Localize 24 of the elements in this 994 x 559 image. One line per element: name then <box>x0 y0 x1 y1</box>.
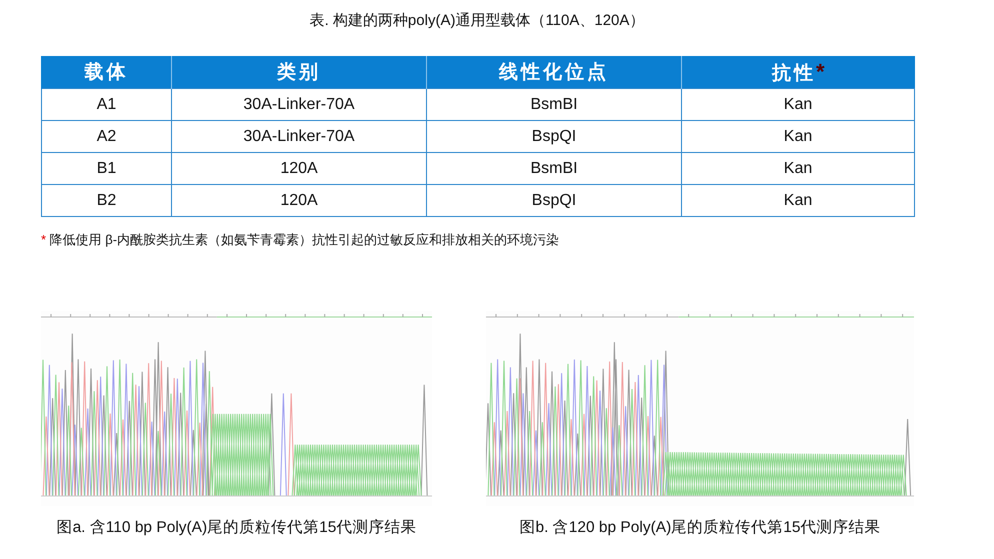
table-cell: Kan <box>682 184 914 216</box>
column-header: 类别 <box>172 56 426 88</box>
table-cell: 30A-Linker-70A <box>172 88 426 120</box>
table-title: 表. 构建的两种poly(A)通用型载体（110A、120A） <box>308 11 646 31</box>
table-cell: Kan <box>682 120 914 152</box>
column-header: 抗性* <box>682 56 914 88</box>
column-header: 载体 <box>42 56 172 88</box>
table-cell: BspQI <box>426 120 682 152</box>
figure-caption: 图b. 含120 bp Poly(A)尾的质粒传代第15代测序结果 <box>519 518 880 538</box>
table-cell: B1 <box>42 152 172 184</box>
table-cell: BspQI <box>426 184 682 216</box>
table-cell: Kan <box>682 152 914 184</box>
table-cell: Kan <box>682 88 914 120</box>
footnote: * 降低使用 β-内酰胺类抗生素（如氨苄青霉素）抗性引起的过敏反应和排放相关的环境污染 <box>41 231 560 249</box>
column-header: 线性化位点 <box>426 56 682 88</box>
table-cell: A1 <box>42 88 172 120</box>
table-cell: B2 <box>42 184 172 216</box>
table-cell: 120A <box>172 152 426 184</box>
table-cell: 30A-Linker-70A <box>172 120 426 152</box>
table-cell: BsmBI <box>426 88 682 120</box>
table-cell: BsmBI <box>426 152 682 184</box>
figure-caption: 图a. 含110 bp Poly(A)尾的质粒传代第15代测序结果 <box>56 518 416 538</box>
table-cell: 120A <box>172 184 426 216</box>
table-cell: A2 <box>42 120 172 152</box>
